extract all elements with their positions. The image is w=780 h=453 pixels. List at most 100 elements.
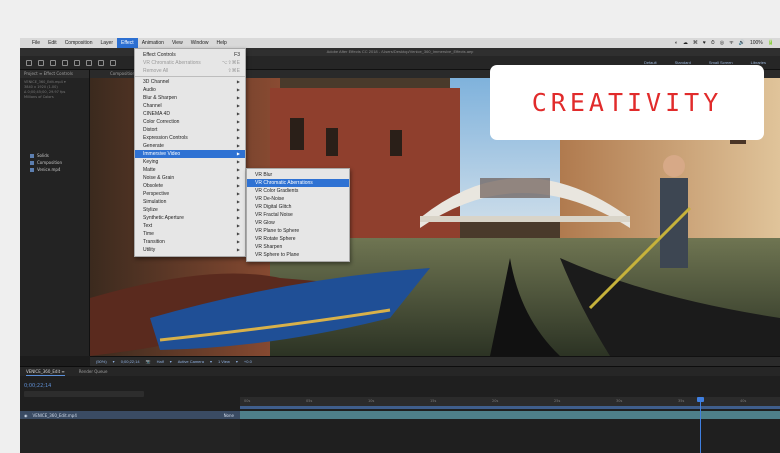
submenu-arrow-icon: ▶	[236, 87, 240, 92]
menu-item[interactable]: VR Blur	[247, 171, 349, 179]
chevron-down-icon[interactable]: ▾	[170, 359, 172, 364]
menu-item-label: Synthetic Aperture	[143, 215, 184, 221]
menu-item[interactable]: Synthetic Aperture ▶	[135, 214, 245, 222]
current-time[interactable]: 0;00;22;14	[121, 359, 140, 364]
menu-item[interactable]: Distort ▶	[135, 126, 245, 134]
resolution-select[interactable]: Half	[157, 359, 164, 364]
menu-item[interactable]: VR Color Gradients	[247, 187, 349, 195]
menu-item[interactable]: Matte ▶	[135, 166, 245, 174]
menu-item-label: VR De-Noise	[255, 196, 285, 202]
chevron-down-icon[interactable]: ▾	[236, 359, 238, 364]
menu-item[interactable]: Expression Controls ▶	[135, 134, 245, 142]
menu-item[interactable]: VR Rotate Sphere	[247, 235, 349, 243]
tray-icon[interactable]: ◎	[720, 40, 724, 46]
menu-item[interactable]: Transition ▶	[135, 238, 245, 246]
menu-item[interactable]: VR Chromatic Aberrations	[247, 179, 349, 187]
menu-item[interactable]: VR Digital Glitch	[247, 203, 349, 211]
menu-item[interactable]: VR Glow	[247, 219, 349, 227]
shape-tool-icon[interactable]	[98, 59, 104, 66]
layer-visibility-icon[interactable]: ◉	[24, 413, 28, 418]
project-item[interactable]: Venice.mp4	[20, 166, 90, 173]
timeline-timecode[interactable]: 0;00;22;14	[24, 383, 51, 389]
menu-item[interactable]: Channel ▶	[135, 102, 245, 110]
menu-item[interactable]: Immersive Video ▶	[135, 150, 245, 158]
tray-icon[interactable]: ◐	[675, 40, 678, 46]
menu-item[interactable]: VR Fractal Noise	[247, 211, 349, 219]
pen-tool-icon[interactable]	[110, 59, 116, 66]
menu-animation[interactable]: Animation	[138, 38, 168, 48]
menu-item[interactable]: Generate ▶	[135, 142, 245, 150]
submenu-arrow-icon: ▶	[236, 111, 240, 116]
menu-item[interactable]: Color Correction ▶	[135, 118, 245, 126]
project-item-label: Composition	[37, 160, 62, 165]
menu-item-label: Distort	[143, 127, 158, 133]
mac-menubar: File Edit Composition Layer Effect Anima…	[20, 38, 780, 48]
menu-item[interactable]: VR Plane to Sphere	[247, 227, 349, 235]
tab-composition-timeline[interactable]: VENICE_360_Edit ≡	[26, 367, 65, 376]
menu-item[interactable]: VR Sharpen	[247, 243, 349, 251]
menu-composition[interactable]: Composition	[61, 38, 97, 48]
exposure-value[interactable]: +0.0	[244, 359, 252, 364]
menu-layer[interactable]: Layer	[96, 38, 117, 48]
project-item[interactable]: Solids	[20, 152, 90, 159]
menu-item[interactable]: Effect Controls F3	[135, 51, 245, 59]
battery-icon[interactable]: 🔋	[768, 40, 774, 46]
layer-parent-select[interactable]: None	[224, 413, 240, 418]
menu-item-label: Keying	[143, 159, 159, 165]
menu-item[interactable]: Blur & Sharpen ▶	[135, 94, 245, 102]
tray-icon[interactable]: ⏱	[711, 40, 715, 46]
menu-help[interactable]: Help	[212, 38, 230, 48]
chevron-down-icon[interactable]: ▾	[210, 359, 212, 364]
menu-item[interactable]: VR Chromatic Aberrations ⌥⇧⌘E	[135, 59, 245, 67]
snapshot-icon[interactable]: 📷	[146, 359, 151, 364]
layer-search-input[interactable]	[24, 391, 144, 397]
tab-render-queue[interactable]: Render Queue	[79, 367, 108, 376]
chevron-down-icon[interactable]: ▾	[113, 359, 115, 364]
layer-duration-bar[interactable]	[240, 411, 780, 419]
menu-item[interactable]: Perspective ▶	[135, 190, 245, 198]
menu-item[interactable]: Utility ▶	[135, 246, 245, 254]
menu-effect[interactable]: Effect	[117, 38, 138, 48]
wifi-icon[interactable]: ᯤ	[729, 40, 734, 46]
menu-item[interactable]: Keying ▶	[135, 158, 245, 166]
menu-item-shortcut: ⇧⌘E	[227, 68, 240, 74]
zoom-tool-icon[interactable]	[50, 59, 56, 66]
camera-select[interactable]: Active Camera	[178, 359, 204, 364]
apple-icon[interactable]	[20, 38, 28, 48]
magnification-select[interactable]: (50%)	[96, 359, 107, 364]
volume-icon[interactable]: 🔊	[739, 40, 745, 46]
selection-tool-icon[interactable]	[26, 59, 32, 66]
menu-item[interactable]: Noise & Grain ▶	[135, 174, 245, 182]
menu-item[interactable]: Obsolete ▶	[135, 182, 245, 190]
hand-tool-icon[interactable]	[38, 59, 44, 66]
menu-window[interactable]: Window	[187, 38, 213, 48]
pan-behind-tool-icon[interactable]	[86, 59, 92, 66]
menu-file[interactable]: File	[28, 38, 44, 48]
tray-icon[interactable]: ☁	[683, 40, 688, 46]
menu-edit[interactable]: Edit	[44, 38, 61, 48]
rotate-tool-icon[interactable]	[62, 59, 68, 66]
menu-item[interactable]: Simulation ▶	[135, 198, 245, 206]
menu-item[interactable]: Stylize ▶	[135, 206, 245, 214]
menu-item[interactable]: CINEMA 4D ▶	[135, 110, 245, 118]
camera-tool-icon[interactable]	[74, 59, 80, 66]
tray-icon[interactable]: ⌘	[693, 40, 698, 46]
menu-item[interactable]: Time ▶	[135, 230, 245, 238]
playhead[interactable]	[700, 397, 701, 453]
menu-item-label: Audio	[143, 87, 156, 93]
project-tab[interactable]: Project ≡ Effect Controls	[20, 70, 89, 78]
work-area-bar[interactable]	[240, 406, 780, 409]
menu-item[interactable]: Remove All ⇧⌘E	[135, 67, 245, 75]
layer-row[interactable]: ◉ VENICE_360_Edit.mp4 None	[20, 411, 240, 419]
menu-item[interactable]: Audio ▶	[135, 86, 245, 94]
tray-icon[interactable]: ♥	[703, 40, 706, 46]
menu-item[interactable]: VR De-Noise	[247, 195, 349, 203]
view-layout-select[interactable]: 1 View	[218, 359, 230, 364]
menu-item[interactable]: Text ▶	[135, 222, 245, 230]
project-item[interactable]: Composition	[20, 159, 90, 166]
menu-item[interactable]: 3D Channel ▶	[135, 78, 245, 86]
ruler-tick: 35s	[678, 399, 685, 403]
menu-view[interactable]: View	[168, 38, 187, 48]
menu-item[interactable]: VR Sphere to Plane	[247, 251, 349, 259]
ruler-tick: 20s	[492, 399, 499, 403]
